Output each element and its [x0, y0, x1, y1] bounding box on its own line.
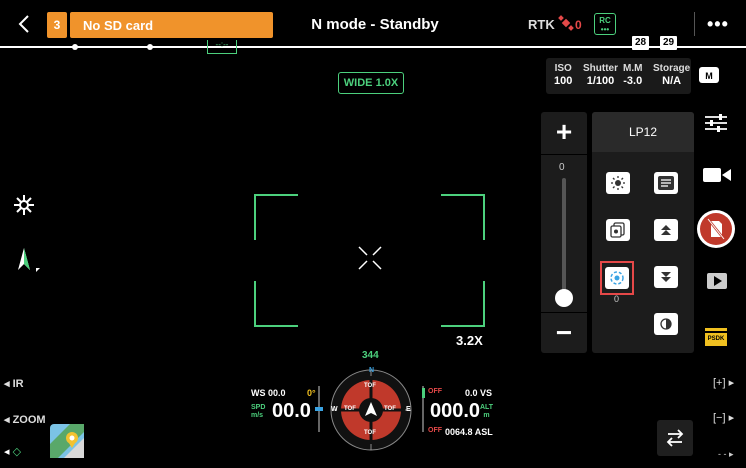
rtk-label[interactable]: RTK	[528, 17, 555, 32]
notice-count-badge[interactable]: 3	[47, 12, 67, 38]
divider	[694, 12, 695, 36]
compass-e: E	[406, 406, 411, 413]
swap-view-button[interactable]	[657, 420, 693, 456]
ir-toggle[interactable]: ◂ IR	[4, 377, 24, 390]
asl-readout: 0064.8 ASL	[445, 427, 493, 437]
map-icon[interactable]	[50, 424, 84, 458]
satellite-icon	[558, 15, 574, 33]
decrease-button[interactable]: −	[541, 313, 587, 353]
camera-params-panel[interactable]: ISO 100 Shutter 1/100 M.M -3.0 Storage N/A	[546, 58, 691, 94]
zoom-in-button[interactable]: [+] ▸	[713, 376, 734, 389]
progress-marker	[72, 44, 78, 50]
more-menu-button[interactable]: •••	[707, 14, 729, 35]
flight-mode-title: N mode - Standby	[311, 16, 439, 33]
speed-label: SPD	[251, 404, 266, 411]
alert-banner[interactable]: No SD card	[70, 12, 273, 38]
center-crosshair-icon	[357, 245, 383, 276]
off-bottom-label: OFF	[428, 427, 442, 434]
more-options-icon[interactable]: - - ▸	[718, 449, 734, 460]
altitude-label: ALT	[480, 404, 494, 411]
increase-button[interactable]: +	[541, 112, 587, 152]
tof-north: TOF	[364, 383, 376, 389]
frame-corner-bl	[254, 281, 298, 327]
frame-corner-br	[441, 281, 485, 327]
selected-item-value: 0	[614, 294, 620, 304]
slider-thumb[interactable]	[555, 289, 573, 307]
settings-sliders-icon[interactable]	[705, 114, 727, 137]
altitude-label-group: ALT m	[480, 404, 493, 420]
lp12-panel: LP12 0	[592, 112, 694, 353]
record-button[interactable]	[697, 210, 735, 248]
frame-corner-tl	[254, 194, 298, 240]
zoom-out-label: [−]	[713, 412, 726, 424]
vertical-speed: 0.0 VS	[465, 388, 493, 398]
brightness-icon[interactable]	[606, 172, 630, 194]
zoom-toggle[interactable]: ◂ ZOOM	[4, 413, 46, 426]
slider-value: 0	[559, 162, 565, 173]
selected-item-highlight	[600, 261, 634, 295]
altitude-value: 000.0	[430, 400, 481, 422]
heading-readout: 344	[362, 350, 379, 361]
speed-indicator	[315, 407, 323, 411]
wind-speed-label: WS 00.0	[251, 388, 286, 398]
copy-light-icon[interactable]	[606, 219, 630, 241]
tof-west: TOF	[344, 406, 356, 412]
lp12-title: LP12	[592, 112, 694, 152]
shutter-param: Shutter 1/100	[583, 63, 618, 87]
compass-w: W	[331, 406, 338, 413]
compass-dial	[330, 369, 412, 451]
chevron-left-icon	[18, 15, 29, 33]
zoom-readout: 3.2X	[456, 333, 483, 348]
metering-param: M.M -3.0	[623, 63, 643, 87]
no-sd-card-icon	[700, 213, 732, 245]
move-down-icon[interactable]	[654, 266, 678, 288]
camera-mode-icon[interactable]: M	[699, 67, 719, 83]
speed-label-group: SPD m/s	[251, 404, 265, 420]
storage-param: Storage N/A	[653, 63, 691, 87]
rtk-satellite-count: 0	[575, 18, 582, 32]
rc-signal-indicator[interactable]: RC •••	[594, 13, 616, 35]
back-button[interactable]	[14, 12, 36, 36]
swap-icon	[666, 429, 684, 447]
divider	[541, 154, 587, 155]
battery-2-group[interactable]: 29	[660, 16, 678, 50]
move-up-icon[interactable]	[654, 219, 678, 241]
altitude-unit: m	[483, 412, 490, 419]
zoom-in-label: [+]	[713, 377, 726, 389]
light-settings-icon[interactable]	[654, 313, 678, 335]
navigation-icon[interactable]: ◂ ◇	[4, 445, 21, 458]
iso-param: ISO 100	[554, 63, 573, 87]
ir-label: IR	[12, 378, 24, 390]
zoom-label: ZOOM	[12, 414, 46, 426]
auto-exposure-icon[interactable]	[12, 193, 36, 222]
playback-icon[interactable]	[707, 273, 727, 294]
off-top-label: OFF	[428, 388, 442, 395]
flight-progress-bar	[0, 46, 746, 48]
psdk-label: PSDK	[705, 333, 727, 346]
tof-south: TOF	[364, 430, 376, 436]
horizontal-speed-value: 00.0	[272, 400, 311, 422]
rc-label: RC	[599, 16, 611, 25]
lens-zoom-label[interactable]: WIDE 1.0X	[338, 72, 404, 94]
slider-track[interactable]	[562, 178, 566, 298]
speed-unit: m/s	[251, 412, 264, 419]
video-mode-icon[interactable]	[703, 166, 731, 189]
battery-1-group[interactable]: 28	[632, 16, 650, 50]
compass-n: N	[369, 367, 375, 374]
camera-mode-label: M	[705, 71, 713, 81]
aircraft-attitude-icon[interactable]	[14, 246, 40, 279]
wind-angle: 0°	[307, 388, 316, 398]
zoom-out-button[interactable]: [−] ▸	[713, 411, 734, 424]
tof-east: TOF	[384, 406, 396, 412]
psdk-button[interactable]: PSDK	[705, 328, 727, 346]
list-icon[interactable]	[654, 172, 678, 194]
frame-corner-tr	[441, 194, 485, 240]
psdk-bar	[705, 328, 727, 331]
home-marker: --:--	[207, 40, 237, 54]
progress-marker	[147, 44, 153, 50]
exposure-slider-panel[interactable]: + 0 −	[541, 112, 587, 353]
altitude-indicator	[422, 388, 425, 398]
light-mode-icon[interactable]	[605, 267, 629, 289]
